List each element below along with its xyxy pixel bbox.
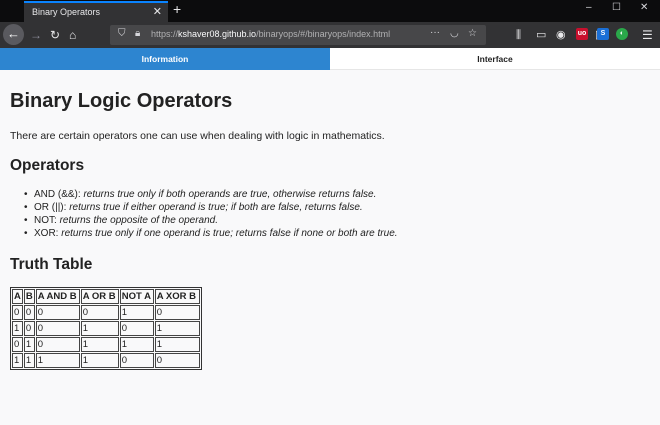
extension-s-icon[interactable]: S [597, 28, 609, 40]
operator-name: AND (&&): [34, 189, 84, 200]
browser-nav-bar: ← → ↻ ⌂ ⛉ 🔒︎ https://kshaver08.github.io… [0, 22, 660, 48]
operator-desc: returns true if either operand is true; … [69, 202, 363, 213]
table-cell: 0 [119, 321, 154, 336]
bookmark-star-icon[interactable]: ☆ [468, 28, 477, 39]
intro-paragraph: There are certain operators one can use … [10, 130, 385, 142]
table-row: 0 0 0 0 1 0 [12, 305, 200, 320]
operators-list: AND (&&): returns true only if both oper… [24, 188, 650, 240]
operator-desc: returns true only if one operand is true… [61, 228, 398, 239]
account-icon[interactable]: ◉ [556, 27, 566, 43]
back-arrow-icon[interactable]: ← [3, 24, 24, 45]
column-header: A [12, 289, 23, 304]
table-row: 0 1 0 1 1 1 [12, 337, 200, 352]
home-icon[interactable]: ⌂ [69, 27, 76, 43]
lock-icon[interactable]: 🔒︎ [135, 28, 140, 39]
column-header: B [23, 289, 35, 304]
operators-heading: Operators [10, 157, 85, 174]
table-row: 1 0 0 1 0 1 [12, 321, 200, 336]
minimize-icon[interactable]: – [586, 2, 592, 13]
tab-interface[interactable]: Interface [330, 48, 660, 70]
operator-name: XOR: [34, 228, 62, 239]
browser-tab-bar: Binary Operators ✕ + – ☐ ✕ [0, 0, 660, 22]
url-path: /binaryops/#/binaryops/index.html [256, 29, 391, 39]
table-cell: 1 [80, 353, 119, 368]
table-cell: 1 [154, 321, 200, 336]
table-cell: 0 [35, 337, 80, 352]
table-cell: 0 [154, 353, 200, 368]
table-cell: 0 [23, 305, 35, 320]
table-cell: 1 [35, 353, 80, 368]
table-cell: 0 [119, 353, 154, 368]
truth-table-heading: Truth Table [10, 256, 93, 273]
table-cell: 0 [35, 321, 80, 336]
table-cell: 0 [23, 321, 35, 336]
table-cell: 0 [35, 305, 80, 320]
operator-desc: returns true only if both operands are t… [83, 189, 377, 200]
column-header: A OR B [80, 289, 119, 304]
operator-desc: returns the opposite of the operand. [59, 215, 219, 226]
main-content: Binary Logic Operators There are certain… [10, 90, 650, 370]
browser-tab[interactable]: Binary Operators ✕ [24, 1, 168, 22]
ublock-extension-icon[interactable]: uo [576, 28, 588, 40]
table-cell: 1 [23, 337, 35, 352]
table-cell: 1 [12, 353, 23, 368]
menu-hamburger-icon[interactable]: ☰ [642, 27, 653, 43]
url-host: kshaver08.github.io [178, 29, 257, 39]
operator-item-and: AND (&&): returns true only if both oper… [24, 188, 650, 201]
reload-icon[interactable]: ↻ [50, 27, 60, 43]
url-text[interactable]: https://kshaver08.github.io/binaryops/#/… [151, 29, 390, 39]
page-tab-bar: Information Interface [0, 48, 660, 70]
close-window-icon[interactable]: ✕ [640, 2, 648, 13]
column-header: A AND B [35, 289, 80, 304]
forward-arrow-icon[interactable]: → [30, 27, 42, 43]
page-actions-icon[interactable]: ··· [430, 27, 440, 38]
operator-name: NOT: [34, 215, 60, 226]
table-cell: 1 [154, 337, 200, 352]
shield-icon[interactable]: ⛉ [118, 28, 126, 39]
truth-table: A B A AND B A OR B NOT A A XOR B 0 0 0 0… [10, 287, 202, 370]
page-title: Binary Logic Operators [10, 90, 233, 112]
table-cell: 1 [119, 337, 154, 352]
sidebar-icon[interactable]: ▭ [536, 27, 546, 43]
library-icon[interactable]: ⫼ [516, 27, 521, 43]
table-cell: 1 [80, 337, 119, 352]
table-cell: 1 [12, 321, 23, 336]
extension-globe-icon[interactable]: ◐ [616, 28, 628, 40]
table-cell: 0 [154, 305, 200, 320]
new-tab-icon[interactable]: + [173, 1, 181, 17]
close-tab-icon[interactable]: ✕ [153, 5, 162, 18]
table-cell: 1 [119, 305, 154, 320]
table-cell: 0 [80, 305, 119, 320]
table-cell: 1 [80, 321, 119, 336]
url-bar[interactable]: ⛉ 🔒︎ https://kshaver08.github.io/binaryo… [110, 25, 486, 45]
table-row: 1 1 1 1 0 0 [12, 353, 200, 368]
url-scheme: https:// [151, 29, 179, 39]
operator-item-xor: XOR: returns true only if one operand is… [24, 227, 650, 240]
operator-name: OR (||): [34, 202, 70, 213]
table-cell: 1 [23, 353, 35, 368]
table-header-row: A B A AND B A OR B NOT A A XOR B [12, 289, 200, 304]
operator-item-or: OR (||): returns true if either operand … [24, 201, 650, 214]
column-header: A XOR B [154, 289, 200, 304]
browser-tab-title: Binary Operators [32, 7, 101, 17]
tab-information[interactable]: Information [0, 48, 330, 70]
table-cell: 0 [12, 337, 23, 352]
pocket-icon[interactable]: ◡ [450, 28, 459, 39]
table-cell: 0 [12, 305, 23, 320]
column-header: NOT A [119, 289, 154, 304]
maximize-icon[interactable]: ☐ [612, 2, 621, 13]
operator-item-not: NOT: returns the opposite of the operand… [24, 214, 650, 227]
